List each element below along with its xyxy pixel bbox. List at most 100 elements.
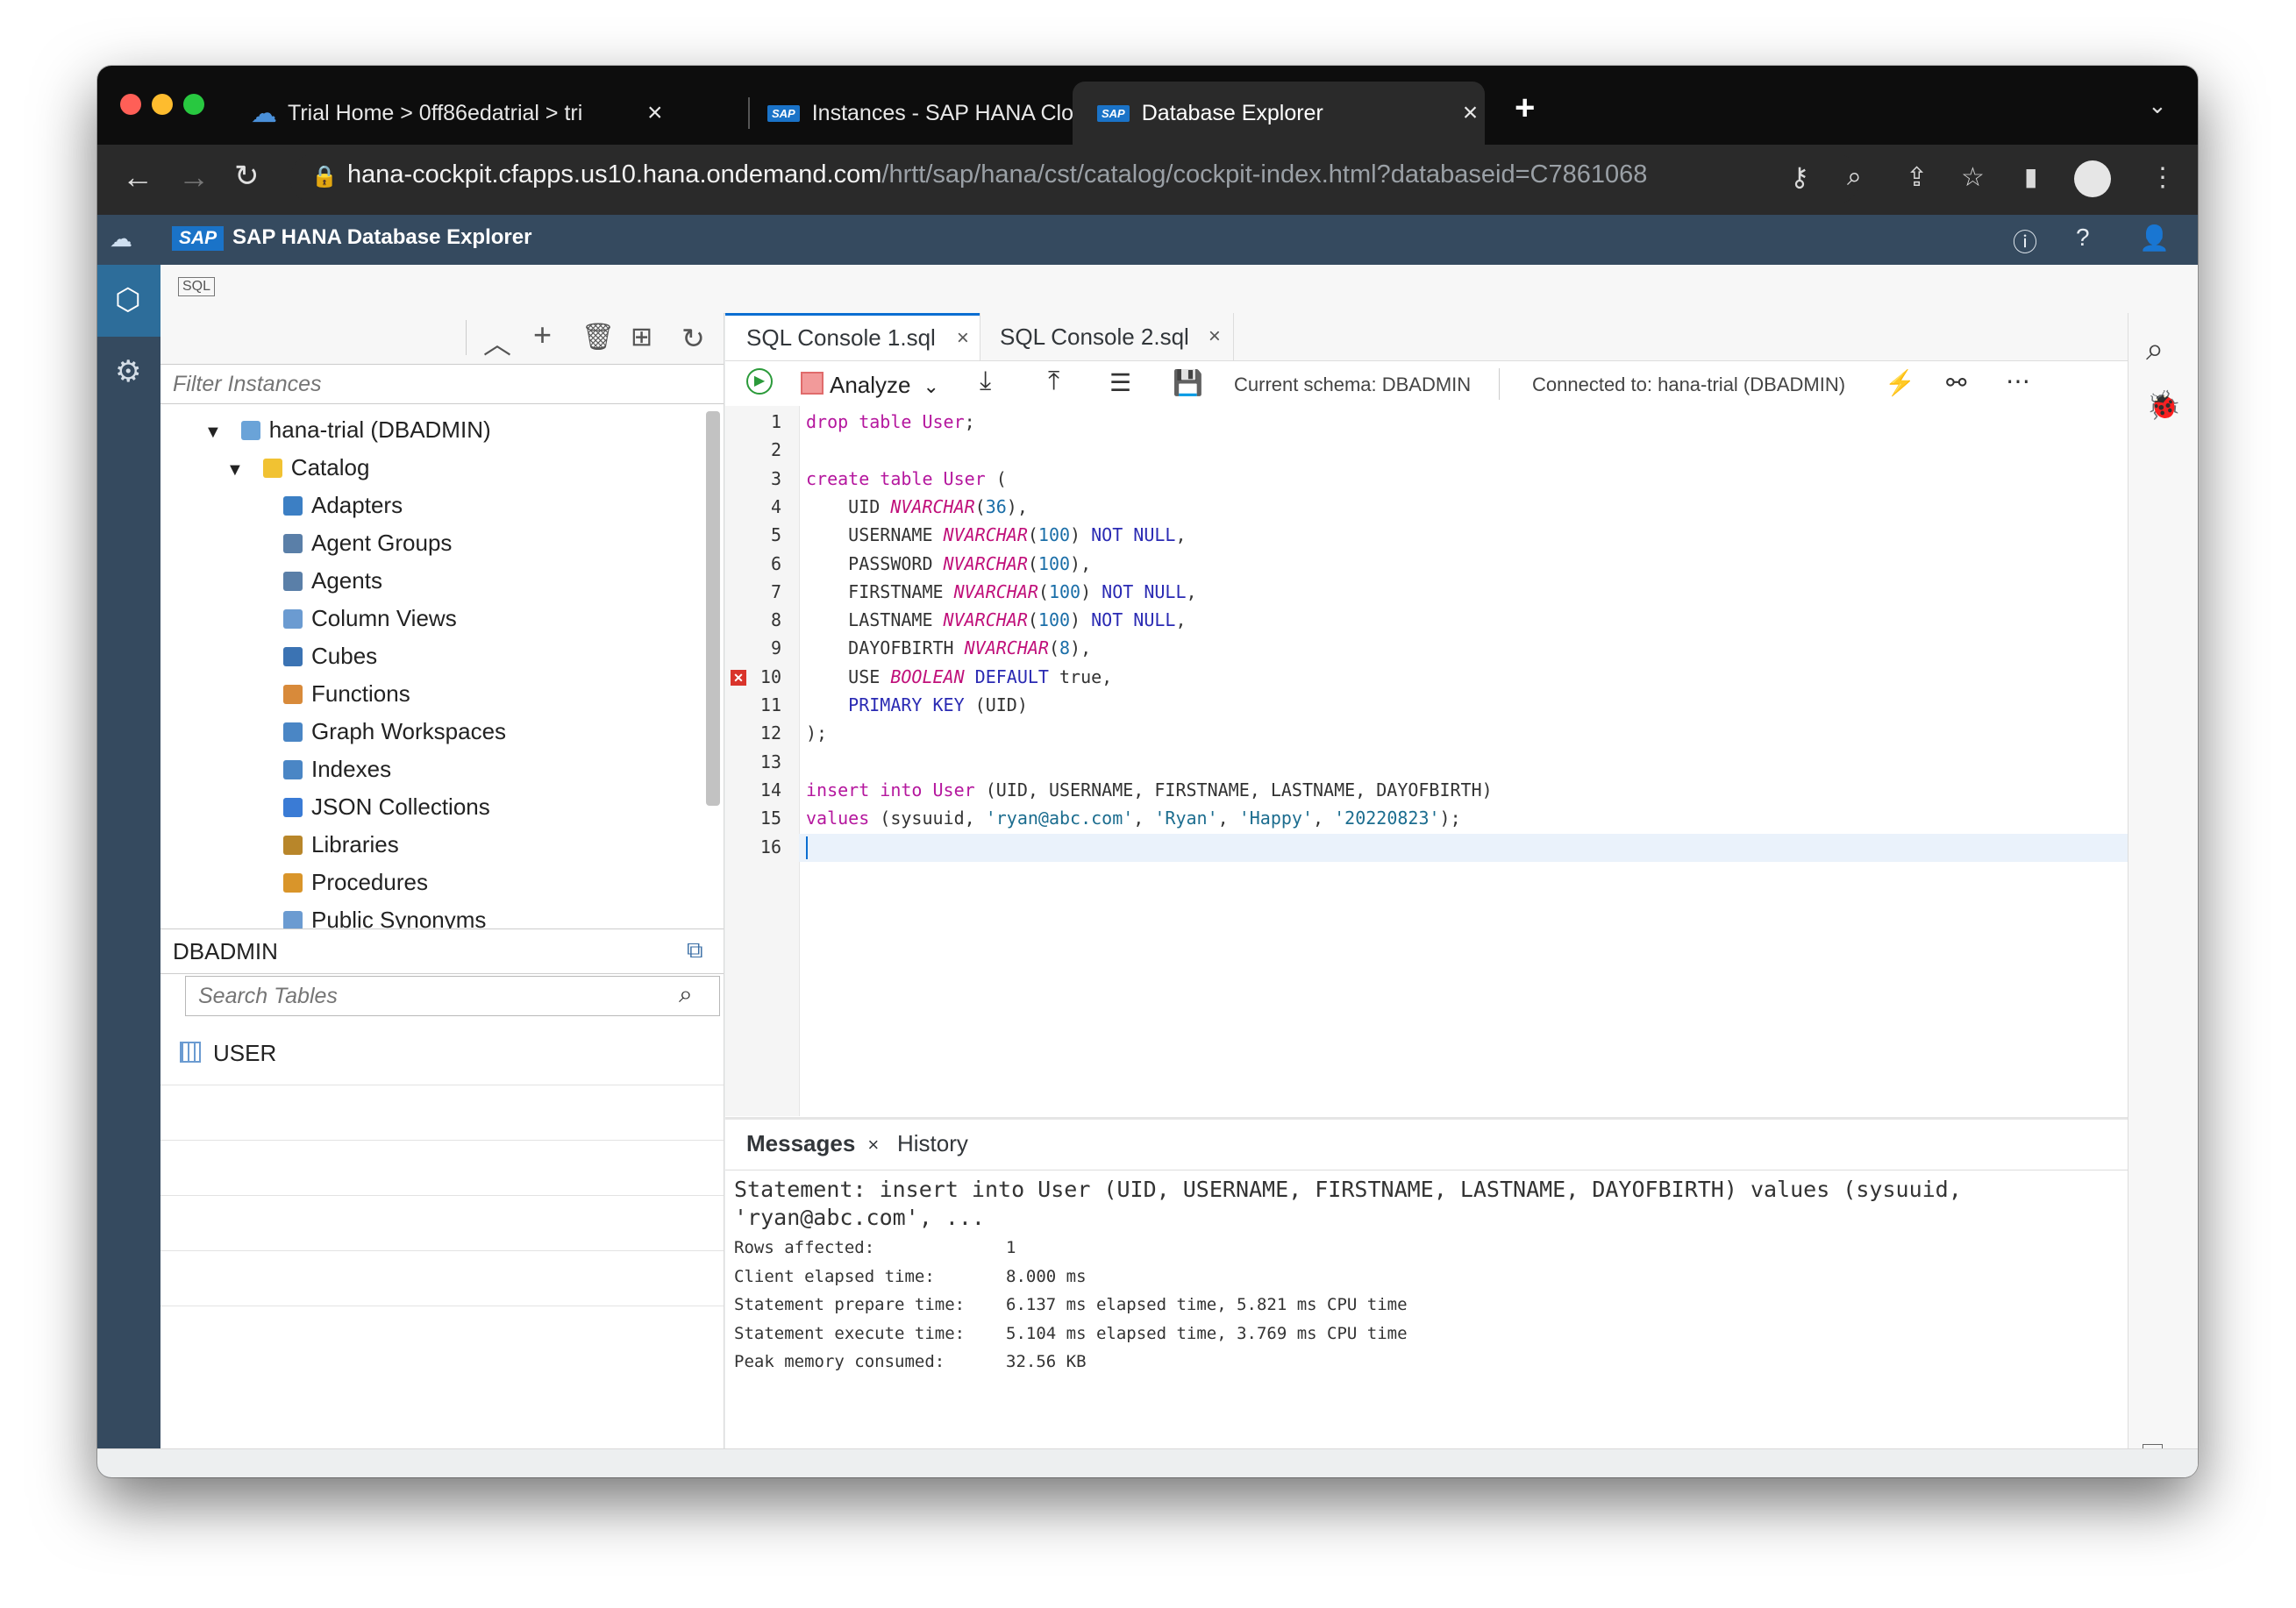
open-schema-icon[interactable]: ⧉	[687, 936, 703, 964]
code-line[interactable]: insert into User (UID, USERNAME, FIRSTNA…	[806, 779, 1493, 800]
code-line[interactable]: create table User (	[806, 468, 1007, 489]
browser-tab-3[interactable]: SAP Database Explorer ×	[1073, 82, 1485, 145]
close-tab-icon[interactable]: ×	[957, 326, 969, 351]
schema-bar: DBADMIN ⧉	[160, 929, 724, 974]
connect-icon[interactable]: ⚯	[1946, 368, 1966, 397]
code-line[interactable]: );	[806, 722, 827, 744]
reload-icon[interactable]: ↻	[234, 159, 260, 194]
browser-toolbar: ← → ↻ 🔒 hana-cockpit.cfapps.us10.hana.on…	[97, 145, 2198, 215]
tree-instance-node[interactable]: ▼ hana-trial (DBADMIN)	[204, 416, 491, 444]
error-marker-icon[interactable]: ✕	[731, 669, 746, 686]
maximize-window-button[interactable]	[183, 94, 204, 115]
filter-instances-input[interactable]: Filter Instances	[160, 364, 724, 404]
stop-icon[interactable]	[801, 372, 824, 395]
catalog-item[interactable]: JSON Collections	[283, 793, 490, 821]
share-icon[interactable]: ⇪	[1906, 162, 1928, 193]
refresh-icon[interactable]: ↻	[681, 322, 705, 355]
catalog-item[interactable]: Indexes	[283, 756, 391, 783]
catalog-item[interactable]: Functions	[283, 680, 410, 708]
code-line[interactable]: USE BOOLEAN DEFAULT true,	[806, 666, 1112, 687]
catalog-item-label: Agent Groups	[311, 530, 453, 556]
tree-catalog-node[interactable]: ▼ Catalog	[226, 454, 369, 481]
help-icon[interactable]: ?	[2076, 224, 2090, 252]
back-icon[interactable]: ←	[122, 159, 153, 196]
zoom-icon[interactable]: ⌕	[1847, 162, 1862, 192]
tab-history[interactable]: History	[897, 1130, 968, 1157]
close-tab-icon[interactable]: ×	[867, 1134, 879, 1156]
tab-label: Messages	[746, 1130, 856, 1156]
url-text[interactable]: hana-cockpit.cfapps.us10.hana.ondemand.c…	[347, 160, 1647, 189]
code-line[interactable]: PRIMARY KEY (UID)	[806, 694, 1028, 715]
key-icon[interactable]: ⚷	[1790, 162, 1809, 193]
detail-value: 6.137 ms elapsed time, 5.821 ms CPU time	[1006, 1295, 1408, 1314]
run-icon[interactable]: ▶	[746, 368, 773, 395]
connection-label[interactable]: Connected to: hana-trial (DBADMIN)	[1532, 374, 1845, 396]
expand-triangle-icon[interactable]: ▼	[204, 423, 222, 442]
search-icon[interactable]: ⌕	[2146, 331, 2164, 368]
search-tables-input[interactable]: Search Tables ⌕	[185, 976, 720, 1016]
catalog-item[interactable]: Cubes	[283, 643, 377, 670]
download-icon[interactable]: ⤓	[980, 366, 991, 396]
catalog-item-label: Adapters	[311, 492, 403, 518]
tab-messages[interactable]: Messages ×	[746, 1130, 879, 1157]
lock-icon[interactable]: 🔒	[311, 164, 338, 189]
delete-icon[interactable]: 🗑	[581, 322, 615, 352]
table-row[interactable]: USER	[160, 1029, 724, 1085]
add-database-icon[interactable]: +	[533, 317, 552, 353]
code-line[interactable]: UID NVARCHAR(36),	[806, 496, 1028, 517]
catalog-item[interactable]: Procedures	[283, 869, 428, 896]
code-line[interactable]: LASTNAME NVARCHAR(100) NOT NULL,	[806, 609, 1186, 630]
browser-tab-1[interactable]: ☁ Trial Home > 0ff86edatrial > tri ×	[251, 82, 746, 145]
analyze-dropdown[interactable]: Analyze ⌄	[830, 372, 939, 399]
expand-triangle-icon[interactable]: ▼	[226, 460, 244, 480]
menu-kebab-icon[interactable]: ⋮	[2150, 162, 2176, 193]
adapter-icon	[283, 496, 303, 516]
sidebar-icon[interactable]: ▮	[2024, 162, 2037, 191]
tab-sql-console-1[interactable]: SQL Console 1.sql ×	[725, 313, 980, 360]
close-tab-icon[interactable]: ×	[1463, 98, 1479, 128]
disconnect-icon[interactable]: ⚡	[1885, 368, 1915, 397]
catalog-item[interactable]: Adapters	[283, 492, 403, 519]
current-schema-label[interactable]: Current schema: DBADMIN	[1234, 374, 1471, 396]
database-explorer-nav[interactable]: ⬡	[97, 265, 160, 337]
line-number: 2	[770, 439, 781, 461]
close-window-button[interactable]	[120, 94, 141, 115]
code-line[interactable]: PASSWORD NVARCHAR(100),	[806, 553, 1091, 574]
cloud-code-icon[interactable]: ☁	[110, 225, 132, 253]
debugger-bug-icon[interactable]: 🐞	[2146, 388, 2181, 422]
catalog-item[interactable]: Graph Workspaces	[283, 718, 506, 745]
info-icon[interactable]: ⓘ	[2013, 224, 2037, 259]
tree-scrollbar[interactable]	[706, 411, 720, 806]
profile-avatar[interactable]	[2074, 160, 2111, 197]
code-line[interactable]: drop table User;	[806, 411, 975, 432]
code-line[interactable]: USERNAME NVARCHAR(100) NOT NULL,	[806, 524, 1186, 545]
tab-label: SQL Console 1.sql	[746, 324, 936, 351]
forward-icon[interactable]: →	[178, 159, 210, 196]
user-icon[interactable]: 👤	[2139, 224, 2170, 253]
code-line[interactable]: values (sysuuid, 'ryan@abc.com', 'Ryan',…	[806, 808, 1461, 829]
close-tab-icon[interactable]: ×	[1209, 324, 1221, 349]
new-tab-icon[interactable]: +	[1515, 89, 1535, 128]
catalog-item[interactable]: Agent Groups	[283, 530, 452, 557]
upload-icon[interactable]: ⤒	[1048, 366, 1059, 396]
collapse-icon[interactable]: ︿	[483, 322, 511, 362]
minimize-window-button[interactable]	[152, 94, 173, 115]
bookmark-star-icon[interactable]: ☆	[1961, 162, 1985, 193]
code-line[interactable]: DAYOFBIRTH NVARCHAR(8),	[806, 637, 1091, 658]
format-code-icon[interactable]: ☰	[1109, 368, 1131, 397]
add-group-icon[interactable]: ⊞	[631, 322, 652, 352]
open-sql-console-icon[interactable]: SQL	[178, 277, 216, 296]
table-view-icon	[283, 609, 303, 629]
tab-list-chevron-icon[interactable]: ⌄	[2148, 92, 2167, 119]
catalog-item[interactable]: Agents	[283, 567, 382, 594]
close-tab-icon[interactable]: ×	[647, 98, 663, 128]
catalog-item[interactable]: Libraries	[283, 831, 399, 858]
code-line[interactable]: FIRSTNAME NVARCHAR(100) NOT NULL,	[806, 581, 1196, 602]
settings-gear-icon[interactable]: ⚙	[115, 354, 141, 389]
tab-sql-console-2[interactable]: SQL Console 2.sql ×	[980, 313, 1234, 360]
search-icon[interactable]: ⌕	[679, 980, 693, 1009]
catalog-item[interactable]: Column Views	[283, 605, 457, 632]
browser-tab-bar: ☁ Trial Home > 0ff86edatrial > tri × SAP…	[97, 66, 2198, 145]
save-icon[interactable]: 💾	[1173, 368, 1203, 397]
more-options-icon[interactable]: ⋯	[2006, 366, 2030, 395]
